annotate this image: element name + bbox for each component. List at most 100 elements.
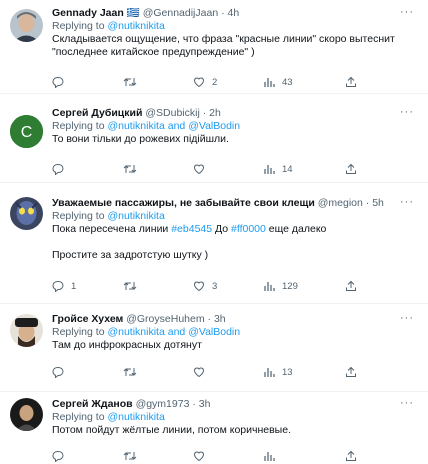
more-icon[interactable]: ···: [400, 397, 414, 409]
share-icon: [346, 163, 356, 174]
tweet-header: Сергей Жданов @gym1973 · 3h: [52, 398, 420, 411]
tweet-text: Складывается ощущение, что фраза "красны…: [52, 33, 395, 58]
display-name[interactable]: Уважаемые пассажиры, не забывайте свои к…: [52, 197, 315, 209]
timestamp[interactable]: 3h: [199, 398, 211, 410]
user-handle[interactable]: @gym1973: [136, 398, 190, 410]
like-button[interactable]: 2: [193, 76, 217, 88]
retweet-icon: [123, 282, 137, 290]
share-icon: [346, 76, 356, 87]
mention-link[interactable]: @ValBodin: [188, 120, 240, 132]
timestamp[interactable]: 5h: [372, 197, 384, 209]
like-icon: [193, 451, 205, 462]
replying-and: and: [167, 326, 186, 338]
text-part: Пока пересечена линии: [52, 223, 172, 235]
views-button[interactable]: [263, 450, 282, 462]
like-button[interactable]: [193, 163, 212, 175]
action-bar: 2 43: [52, 76, 382, 90]
share-icon: [346, 366, 356, 377]
avatar[interactable]: [10, 9, 43, 42]
display-name[interactable]: Сергей Дубицкий: [52, 107, 142, 119]
tweet-5[interactable]: Сергей Жданов @gym1973 · 3h Replying to …: [0, 392, 428, 462]
like-button[interactable]: [193, 450, 212, 462]
user-handle[interactable]: @SDubickij: [145, 107, 199, 119]
reply-button[interactable]: 1: [52, 280, 76, 292]
action-bar: 1 3 129: [52, 280, 382, 294]
views-button[interactable]: 43: [263, 76, 293, 88]
like-icon: [193, 281, 205, 292]
reply-icon: [52, 451, 64, 462]
separator: ·: [202, 107, 207, 119]
views-button[interactable]: 129: [263, 280, 298, 292]
display-name[interactable]: Гройсе Хухем: [52, 313, 123, 325]
user-handle[interactable]: @GroyseHuhem: [126, 313, 204, 325]
tweet-4[interactable]: Гройсе Хухем @GroyseHuhem · 3h Replying …: [0, 304, 428, 392]
display-name[interactable]: Сергей Жданов: [52, 398, 133, 410]
hashtag-link[interactable]: #ff0000: [231, 223, 266, 235]
replying-prefix: Replying to: [52, 326, 105, 338]
mention-link[interactable]: @nutiknikita: [107, 411, 164, 423]
retweet-button[interactable]: [123, 76, 144, 88]
tweet-text-line2: Простите за задротстую шутку ): [52, 249, 209, 261]
tweet-3[interactable]: Уважаемые пассажиры, не забывайте свои к…: [0, 183, 428, 304]
display-name[interactable]: Gennady Jaan: [52, 7, 124, 19]
user-handle[interactable]: @megion: [318, 197, 363, 209]
views-button[interactable]: 13: [263, 366, 293, 378]
views-count: 129: [282, 280, 298, 292]
like-count: 2: [212, 76, 218, 88]
views-button[interactable]: 14: [263, 163, 293, 175]
avatar-letter: C: [21, 124, 33, 141]
tweet-2[interactable]: C Сергей Дубицкий @SDubickij · 2h Replyi…: [0, 94, 428, 183]
retweet-button[interactable]: [123, 366, 144, 378]
action-bar: 14: [52, 163, 382, 177]
views-icon: [264, 165, 275, 174]
mention-link[interactable]: @nutiknikita: [107, 120, 164, 132]
more-icon[interactable]: ···: [400, 106, 414, 118]
like-icon: [193, 367, 205, 378]
separator: ·: [221, 7, 225, 19]
tweet-header: Гройсе Хухем @GroyseHuhem · 3h: [52, 313, 420, 326]
avatar[interactable]: [10, 398, 43, 431]
retweet-button[interactable]: [123, 280, 144, 292]
replying-prefix: Replying to: [52, 120, 105, 132]
reply-button[interactable]: [52, 76, 71, 88]
views-count: 13: [282, 366, 293, 378]
user-handle[interactable]: @GennadijJaan: [143, 7, 218, 19]
more-icon[interactable]: ···: [400, 196, 414, 208]
replying-to: Replying to @nutiknikita: [52, 210, 420, 223]
hashtag-link[interactable]: #eb4545: [171, 223, 212, 235]
tweet-1[interactable]: Gennady Jaan 🇬🇷 @GennadijJaan · 4h Reply…: [0, 0, 428, 94]
replying-prefix: Replying to: [52, 210, 105, 222]
mention-link[interactable]: @nutiknikita: [107, 326, 164, 338]
share-button[interactable]: [345, 450, 357, 462]
timestamp[interactable]: 3h: [214, 313, 226, 325]
mention-link[interactable]: @ValBodin: [188, 326, 240, 338]
avatar[interactable]: [10, 197, 43, 230]
mention-link[interactable]: @nutiknikita: [107, 20, 164, 32]
reply-button[interactable]: [52, 450, 71, 462]
share-button[interactable]: [345, 76, 357, 88]
avatar[interactable]: C: [10, 115, 43, 148]
share-icon: [346, 280, 356, 291]
share-button[interactable]: [345, 366, 357, 378]
flag-emoji: 🇬🇷: [126, 7, 140, 19]
retweet-button[interactable]: [123, 450, 144, 462]
timestamp[interactable]: 2h: [209, 107, 221, 119]
retweet-button[interactable]: [123, 163, 144, 175]
reply-button[interactable]: [52, 366, 71, 378]
avatar[interactable]: [10, 314, 43, 347]
more-icon[interactable]: ···: [400, 6, 414, 18]
views-count: 14: [282, 163, 293, 175]
like-button[interactable]: 3: [193, 280, 217, 292]
mention-link[interactable]: @nutiknikita: [107, 210, 164, 222]
share-button[interactable]: [345, 280, 357, 292]
share-button[interactable]: [345, 163, 357, 175]
more-icon[interactable]: ···: [400, 312, 414, 324]
retweet-icon: [123, 368, 137, 376]
views-icon: [264, 78, 275, 87]
action-bar: [52, 450, 382, 464]
like-icon: [193, 77, 205, 88]
timestamp[interactable]: 4h: [228, 7, 240, 19]
retweet-icon: [123, 452, 137, 460]
like-button[interactable]: [193, 366, 212, 378]
reply-button[interactable]: [52, 163, 71, 175]
